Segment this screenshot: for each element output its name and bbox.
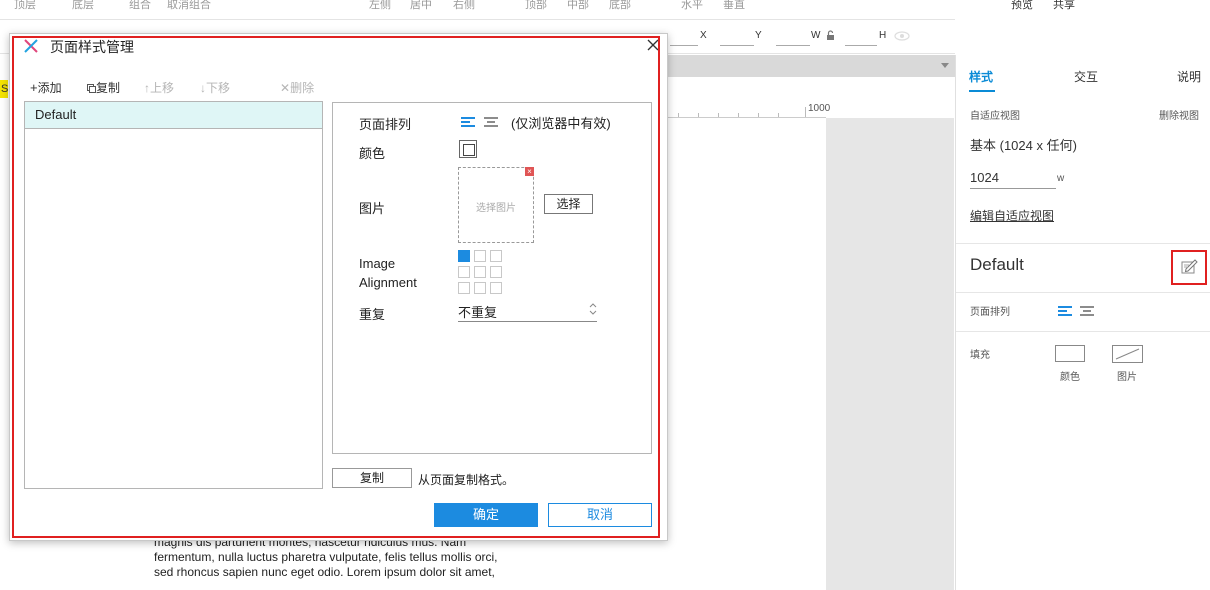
lock-icon[interactable] xyxy=(826,30,835,41)
style-inspector-panel: 样式 交互 说明 自适应视图 删除视图 基本 (1024 x 任何) 1024 … xyxy=(955,55,1210,590)
fill-label: 填充 xyxy=(970,350,990,361)
canvas-lorem-text: magnis dis parturient montes, nascetur r… xyxy=(154,535,498,579)
toolbar-distribute-v[interactable]: 垂直 xyxy=(723,0,745,12)
page-tab-bar xyxy=(668,55,955,77)
toolbar-align-top[interactable]: 顶部 xyxy=(525,0,547,12)
w-label: W xyxy=(811,30,821,41)
toolbar-distribute-h[interactable]: 水平 xyxy=(681,0,703,12)
top-toolbar-right: 预览 共享 xyxy=(955,0,1210,20)
tab-notes[interactable]: 说明 xyxy=(1177,68,1201,85)
toolbar-align-left[interactable]: 左侧 xyxy=(369,0,391,12)
canvas-offpage-area xyxy=(826,118,954,590)
toolbar-align-bottom[interactable]: 底部 xyxy=(609,0,631,12)
preview-button[interactable]: 预览 xyxy=(1011,0,1033,12)
align-left-icon[interactable] xyxy=(1057,305,1073,317)
tab-interactions[interactable]: 交互 xyxy=(1074,68,1098,85)
tab-style[interactable]: 样式 xyxy=(969,68,993,85)
toolbar-align-right[interactable]: 右侧 xyxy=(453,0,475,12)
y-label: Y xyxy=(755,30,762,41)
chevron-down-icon[interactable] xyxy=(941,63,949,68)
toolbar-align-center[interactable]: 居中 xyxy=(410,0,432,12)
base-view-text: 基本 (1024 x 任何) xyxy=(970,138,1077,153)
adaptive-view-label: 自适应视图 xyxy=(970,111,1020,122)
x-label: X xyxy=(700,30,707,41)
h-input[interactable] xyxy=(845,45,877,46)
width-input-underline xyxy=(970,188,1056,189)
eye-icon[interactable] xyxy=(894,31,910,41)
active-tab-indicator xyxy=(969,90,995,92)
fill-color-label: 颜色 xyxy=(1060,372,1080,383)
edit-adaptive-view-link[interactable]: 编辑自适应视图 xyxy=(970,207,1054,224)
divider xyxy=(956,331,1210,332)
edit-style-icon[interactable] xyxy=(1180,257,1200,277)
align-center-icon[interactable] xyxy=(1079,305,1095,317)
horizontal-ruler: 1000 xyxy=(668,100,830,118)
page-align-label: 页面排列 xyxy=(970,307,1010,318)
h-label: H xyxy=(879,30,887,41)
divider xyxy=(956,243,1210,244)
toolbar-ungroup[interactable]: 取消组合 xyxy=(167,0,211,12)
w-input[interactable] xyxy=(776,45,810,46)
toolbar-bring-front[interactable]: 顶层 xyxy=(14,0,36,12)
toolbar-send-back[interactable]: 底层 xyxy=(72,0,94,12)
y-input[interactable] xyxy=(720,45,754,46)
x-input[interactable] xyxy=(670,45,698,46)
toolbar-align-middle[interactable]: 中部 xyxy=(567,0,589,12)
share-button[interactable]: 共享 xyxy=(1053,0,1075,12)
fill-image-label: 图片 xyxy=(1117,372,1137,383)
top-toolbar: 顶层 底层 组合 取消组合 左侧 居中 右侧 顶部 中部 底部 水平 垂直 xyxy=(0,0,955,20)
width-input[interactable]: 1024 xyxy=(970,170,999,185)
fill-image-icon[interactable] xyxy=(1112,345,1143,363)
width-unit: w xyxy=(1057,173,1065,184)
divider xyxy=(956,292,1210,293)
delete-view-link[interactable]: 删除视图 xyxy=(1159,107,1199,122)
fill-color-swatch[interactable] xyxy=(1055,345,1085,362)
ruler-label: 1000 xyxy=(808,103,831,114)
canvas-widget-sliver: S xyxy=(0,80,8,98)
toolbar-group[interactable]: 组合 xyxy=(129,0,151,12)
dialog-highlight-box xyxy=(12,36,660,538)
page-style-name: Default xyxy=(970,255,1024,274)
